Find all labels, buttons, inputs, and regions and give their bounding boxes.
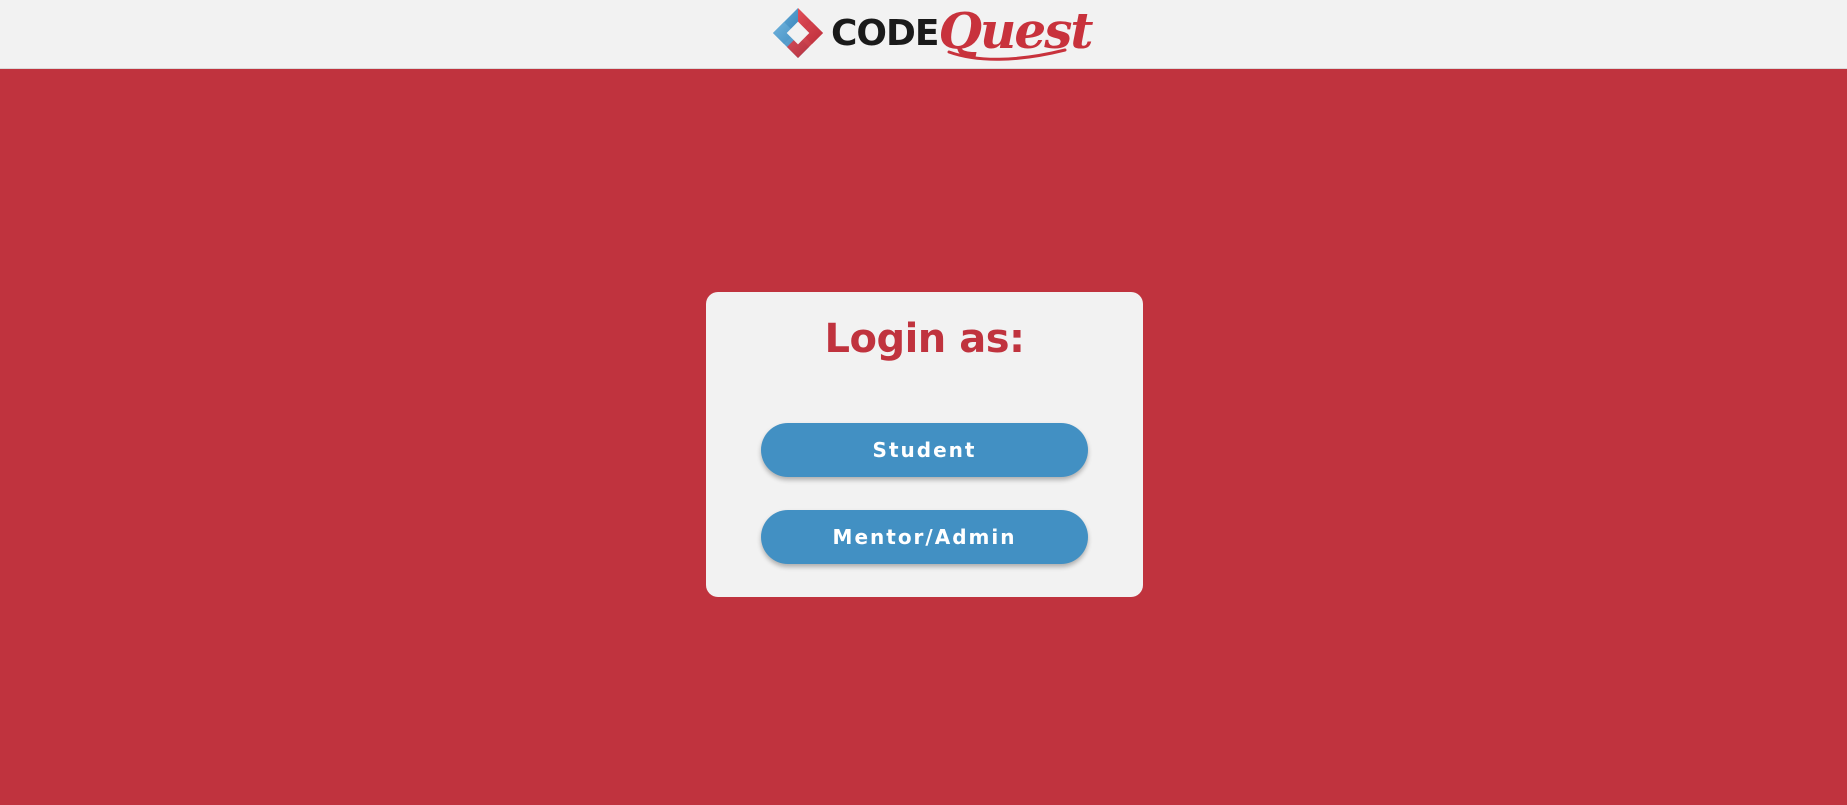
top-bar: CODE Quest [0, 0, 1847, 69]
quest-swash-decoration [947, 48, 1066, 61]
login-card: Login as: Student Mentor/Admin [706, 292, 1143, 597]
codequest-logo[interactable]: CODE Quest [767, 2, 1093, 63]
student-login-button[interactable]: Student [761, 423, 1088, 477]
logo-quest-text: Quest [939, 2, 1093, 61]
logo-code-text: CODE [831, 13, 939, 54]
login-title: Login as: [824, 316, 1025, 362]
mentor-admin-login-button[interactable]: Mentor/Admin [761, 510, 1088, 564]
codequest-diamond-icon [773, 8, 823, 58]
